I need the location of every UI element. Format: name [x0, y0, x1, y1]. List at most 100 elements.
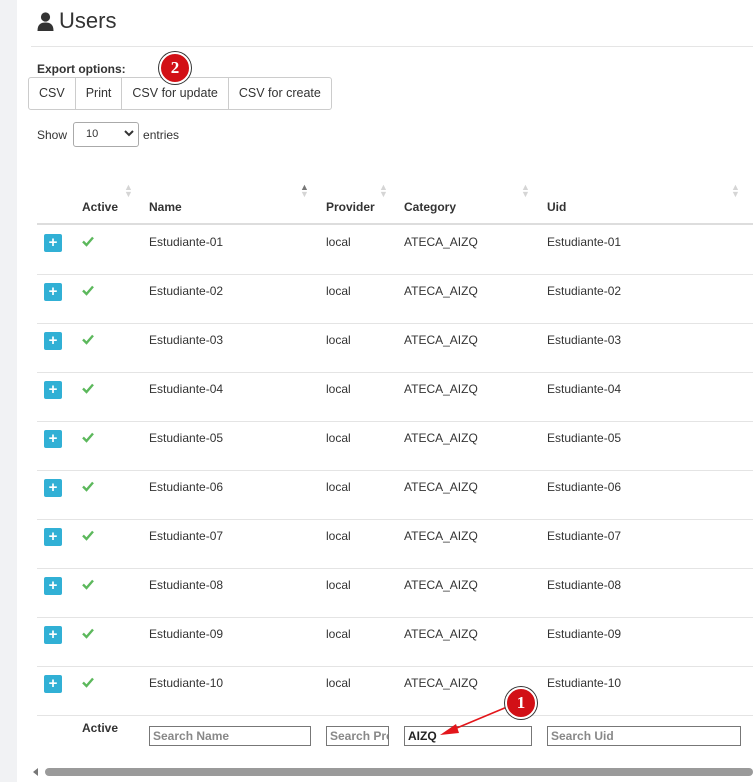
table-row[interactable]: + Estudiante-03 local ATECA_AIZQ Estudiante-… [37, 323, 753, 373]
cell-uid: Estudiante-09 [547, 627, 622, 641]
cell-provider: local [326, 382, 351, 396]
table-row[interactable]: + Estudiante-05 local ATECA_AIZQ Estudiante-… [37, 421, 753, 471]
cell-uid: Estudiante-01 [547, 235, 622, 249]
table-row[interactable]: + Estudiante-02 local ATECA_AIZQ Estudiante-… [37, 274, 753, 324]
expand-row-button[interactable]: + [44, 675, 62, 693]
user-icon [37, 11, 54, 31]
cell-name: Estudiante-02 [149, 284, 224, 298]
expand-row-button[interactable]: + [44, 381, 62, 399]
cell-uid: Estudiante-02 [547, 284, 622, 298]
entries-select[interactable]: 10 [73, 122, 140, 147]
search-uid-input[interactable]: Search Uid [547, 726, 741, 746]
footer-active-label: Active [82, 721, 119, 735]
cell-category: ATECA_AIZQ [404, 529, 478, 543]
csv-for-create-button[interactable]: CSV for create [229, 78, 331, 109]
cell-uid: Estudiante-08 [547, 578, 622, 592]
cell-provider: local [326, 627, 351, 641]
cell-uid: Estudiante-03 [547, 333, 622, 347]
cell-provider: local [326, 578, 351, 592]
expand-row-button[interactable]: + [44, 577, 62, 595]
cell-provider: local [326, 235, 351, 249]
cell-provider: local [326, 431, 351, 445]
table-row[interactable]: + Estudiante-04 local ATECA_AIZQ Estudiante-… [37, 372, 753, 422]
entries-length-control: Show 10 entries [37, 122, 179, 147]
expand-row-button[interactable]: + [44, 283, 62, 301]
cell-name: Estudiante-05 [149, 431, 224, 445]
cell-provider: local [326, 333, 351, 347]
cell-category: ATECA_AIZQ [404, 431, 478, 445]
cell-provider: local [326, 676, 351, 690]
cell-category: ATECA_AIZQ [404, 333, 478, 347]
cell-name: Estudiante-04 [149, 382, 224, 396]
check-icon [82, 530, 94, 541]
sort-icon[interactable]: ▲ ▼ [521, 183, 530, 199]
scroll-left-arrow-icon[interactable] [33, 768, 38, 776]
expand-row-button[interactable]: + [44, 430, 62, 448]
check-icon [82, 334, 94, 345]
check-icon [82, 432, 94, 443]
cell-category: ATECA_AIZQ [404, 676, 478, 690]
expand-row-button[interactable]: + [44, 332, 62, 350]
search-provider-input[interactable]: Search Provider [326, 726, 389, 746]
page-title-text: Users [59, 8, 117, 33]
sort-icon[interactable]: ▲ ▼ [124, 183, 133, 199]
cell-category: ATECA_AIZQ [404, 578, 478, 592]
scrollbar-thumb[interactable] [45, 768, 753, 776]
expand-row-button[interactable]: + [44, 626, 62, 644]
check-icon [82, 579, 94, 590]
check-icon [82, 677, 94, 688]
check-icon [82, 236, 94, 247]
column-header-uid[interactable]: Uid [547, 200, 566, 214]
annotation-badge-1: 1 [505, 687, 537, 719]
cell-name: Estudiante-06 [149, 480, 224, 494]
cell-name: Estudiante-10 [149, 676, 224, 690]
cell-name: Estudiante-03 [149, 333, 224, 347]
cell-provider: local [326, 529, 351, 543]
cell-category: ATECA_AIZQ [404, 382, 478, 396]
cell-name: Estudiante-08 [149, 578, 224, 592]
search-category-input[interactable]: AIZQ [404, 726, 532, 746]
sort-icon[interactable]: ▲ ▼ [731, 183, 740, 199]
export-options-label: Export options: [37, 62, 126, 76]
table-row[interactable]: + Estudiante-01 local ATECA_AIZQ Estudiante-… [37, 225, 753, 275]
sort-icon[interactable]: ▲ ▼ [379, 183, 388, 199]
expand-row-button[interactable]: + [44, 234, 62, 252]
cell-category: ATECA_AIZQ [404, 480, 478, 494]
entries-label: entries [143, 127, 180, 142]
expand-row-button[interactable]: + [44, 528, 62, 546]
table-row[interactable]: + Estudiante-10 local ATECA_AIZQ Estudiante-… [37, 666, 753, 716]
annotation-badge-2: 2 [159, 52, 191, 84]
cell-uid: Estudiante-06 [547, 480, 622, 494]
table-row[interactable]: + Estudiante-06 local ATECA_AIZQ Estudiante-… [37, 470, 753, 520]
csv-button[interactable]: CSV [29, 78, 76, 109]
cell-category: ATECA_AIZQ [404, 235, 478, 249]
cell-category: ATECA_AIZQ [404, 627, 478, 641]
check-icon [82, 383, 94, 394]
column-header-provider[interactable]: Provider [326, 200, 375, 214]
table-row[interactable]: + Estudiante-09 local ATECA_AIZQ Estudiante-… [37, 617, 753, 667]
page-title: Users [37, 8, 116, 34]
cell-uid: Estudiante-07 [547, 529, 622, 543]
expand-row-button[interactable]: + [44, 479, 62, 497]
cell-uid: Estudiante-04 [547, 382, 622, 396]
horizontal-scrollbar[interactable] [31, 766, 753, 778]
table-row[interactable]: + Estudiante-08 local ATECA_AIZQ Estudiante-… [37, 568, 753, 618]
search-name-input[interactable]: Search Name [149, 726, 311, 746]
show-label: Show [37, 127, 68, 142]
column-header-category[interactable]: Category [404, 200, 456, 214]
column-header-active[interactable]: Active [82, 200, 118, 214]
title-divider [31, 46, 753, 47]
check-icon [82, 481, 94, 492]
cell-category: ATECA_AIZQ [404, 284, 478, 298]
print-button[interactable]: Print [76, 78, 123, 109]
cell-name: Estudiante-09 [149, 627, 224, 641]
check-icon [82, 285, 94, 296]
table-row[interactable]: + Estudiante-07 local ATECA_AIZQ Estudiante-… [37, 519, 753, 569]
column-header-name[interactable]: Name [149, 200, 182, 214]
cell-uid: Estudiante-05 [547, 431, 622, 445]
cell-provider: local [326, 284, 351, 298]
sort-icon[interactable]: ▲ ▼ [300, 183, 309, 199]
cell-uid: Estudiante-10 [547, 676, 622, 690]
cell-provider: local [326, 480, 351, 494]
chevron-down-icon [124, 130, 134, 137]
